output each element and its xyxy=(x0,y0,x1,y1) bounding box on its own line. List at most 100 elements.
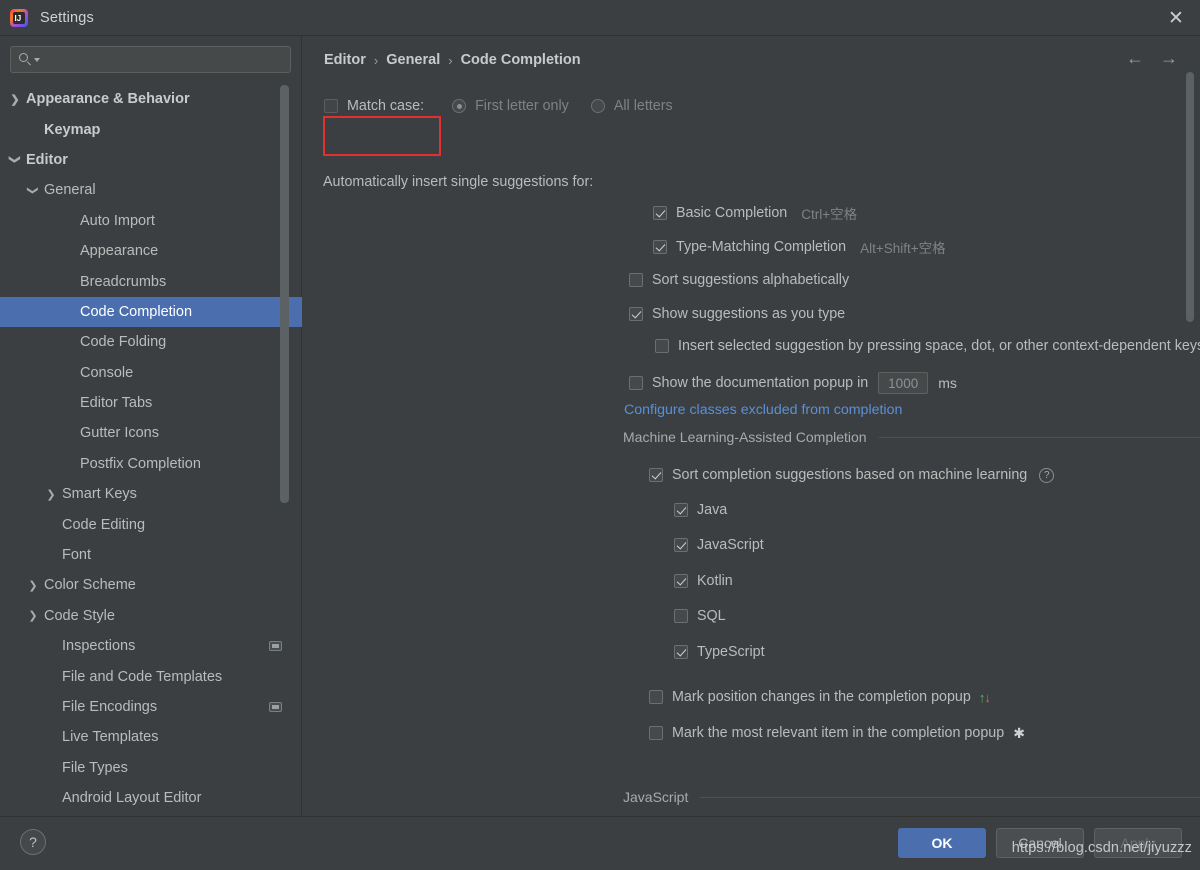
sidebar-item-appearance-behavior[interactable]: ❯ Appearance & Behavior xyxy=(0,84,302,114)
chevron-right-icon[interactable]: ❯ xyxy=(26,609,40,622)
sidebar-item-color-scheme[interactable]: ❯ Color Scheme xyxy=(0,570,302,600)
sidebar-item-general[interactable]: ❯ General xyxy=(0,175,302,205)
search-icon xyxy=(19,53,32,66)
sidebar-item-console[interactable]: Console xyxy=(0,358,302,388)
intellij-idea-icon: IJ xyxy=(10,9,28,27)
ml-language-checkbox-java[interactable] xyxy=(674,503,688,517)
type-matching-completion-checkbox[interactable] xyxy=(653,240,667,254)
show-as-you-type-label: Show suggestions as you type xyxy=(652,306,845,322)
match-case-highlight-box xyxy=(323,116,441,156)
chevron-right-icon[interactable]: ❯ xyxy=(8,93,22,106)
show-as-you-type-checkbox[interactable] xyxy=(629,307,643,321)
doc-popup-unit-label: ms xyxy=(938,375,957,391)
sidebar-item-live-templates[interactable]: Live Templates xyxy=(0,722,302,752)
doc-popup-delay-input[interactable]: 1000 xyxy=(878,372,928,394)
sidebar-item-label: General xyxy=(44,182,96,198)
sidebar-item-auto-import[interactable]: Auto Import xyxy=(0,206,302,236)
sidebar-item-file-encodings[interactable]: File Encodings xyxy=(0,692,302,722)
sidebar-scrollbar-thumb[interactable] xyxy=(280,85,289,503)
sidebar-item-editor[interactable]: ❯ Editor xyxy=(0,145,302,175)
sidebar-item-label: Editor Tabs xyxy=(80,395,152,411)
breadcrumb-part-1[interactable]: General xyxy=(386,52,440,68)
insert-selected-checkbox[interactable] xyxy=(655,339,669,353)
ml-language-label: JavaScript xyxy=(697,537,764,553)
match-case-row: Match case: First letter only All letter… xyxy=(324,94,673,118)
sidebar-item-label: Editor xyxy=(26,152,68,168)
search-input[interactable] xyxy=(46,52,282,67)
sort-ml-checkbox[interactable] xyxy=(649,468,663,482)
settings-tree: ❯ Appearance & Behavior Keymap ❯ Editor ❯ Gene… xyxy=(0,84,302,816)
sidebar-item-inspections[interactable]: Inspections xyxy=(0,631,302,661)
mark-position-row: Mark position changes in the completion … xyxy=(649,685,991,709)
sidebar-item-smart-keys[interactable]: ❯Smart Keys xyxy=(0,479,302,509)
doc-popup-checkbox[interactable] xyxy=(629,376,643,390)
sidebar-item-code-folding[interactable]: Code Folding xyxy=(0,327,302,357)
ml-language-label: SQL xyxy=(697,608,726,624)
ok-button[interactable]: OK xyxy=(898,828,986,858)
sidebar-item-font[interactable]: Font xyxy=(0,540,302,570)
help-button[interactable]: ? xyxy=(20,829,46,855)
sidebar-item-code-style[interactable]: ❯Code Style xyxy=(0,601,302,631)
sidebar-item-android-layout-editor[interactable]: Android Layout Editor xyxy=(0,783,302,813)
sidebar-item-gutter-icons[interactable]: Gutter Icons xyxy=(0,418,302,448)
sidebar-item-breadcrumbs[interactable]: Breadcrumbs xyxy=(0,266,302,296)
ml-language-label: Java xyxy=(697,502,727,518)
chevron-right-icon[interactable]: ❯ xyxy=(26,579,40,592)
sidebar-item-label: Color Scheme xyxy=(44,577,136,593)
settings-main-pane: Editor › General › Code Completion ← → Match… xyxy=(302,36,1200,816)
sort-ml-label: Sort completion suggestions based on mac… xyxy=(672,467,1027,483)
sidebar-item-file-types[interactable]: File Types xyxy=(0,753,302,783)
type-matching-completion-shortcut: Alt+Shift+空格 xyxy=(860,237,946,257)
sidebar-item-editor-tabs[interactable]: Editor Tabs xyxy=(0,388,302,418)
ml-language-checkbox-kotlin[interactable] xyxy=(674,574,688,588)
sidebar-item-label: Appearance & Behavior xyxy=(26,91,190,107)
sidebar-item-postfix-completion[interactable]: Postfix Completion xyxy=(0,449,302,479)
sidebar-item-file-and-code-templates[interactable]: File and Code Templates xyxy=(0,661,302,691)
sort-alphabetically-checkbox[interactable] xyxy=(629,273,643,287)
configure-excluded-classes-link[interactable]: Configure classes excluded from completi… xyxy=(624,402,902,418)
match-case-checkbox[interactable] xyxy=(324,99,338,113)
breadcrumb-separator: › xyxy=(448,53,452,68)
sidebar-item-label: Android Layout Editor xyxy=(62,790,201,806)
back-arrow-icon[interactable]: ← xyxy=(1126,48,1144,68)
mark-relevant-checkbox[interactable] xyxy=(649,726,663,740)
chevron-down-icon[interactable]: ❯ xyxy=(27,183,40,197)
sidebar-scrollbar-track[interactable] xyxy=(286,41,295,812)
search-box[interactable] xyxy=(10,46,291,73)
mark-position-label: Mark position changes in the completion … xyxy=(672,689,971,705)
chevron-down-icon[interactable]: ❯ xyxy=(9,153,22,167)
search-dropdown-icon[interactable] xyxy=(34,58,40,62)
sidebar-item-label: Keymap xyxy=(44,122,100,138)
breadcrumb-separator: › xyxy=(374,53,378,68)
first-letter-only-radio[interactable] xyxy=(452,99,466,113)
sidebar-item-label: Gutter Icons xyxy=(80,425,159,441)
search-wrapper xyxy=(0,36,301,73)
mark-position-checkbox[interactable] xyxy=(649,690,663,704)
breadcrumb-part-2: Code Completion xyxy=(461,52,581,68)
ml-language-checkbox-javascript[interactable] xyxy=(674,538,688,552)
sidebar-item-code-editing[interactable]: Code Editing xyxy=(0,509,302,539)
javascript-section-divider xyxy=(700,797,1200,798)
ml-language-row: SQL xyxy=(674,604,726,628)
sidebar-item-code-completion[interactable]: Code Completion xyxy=(0,297,302,327)
sidebar-item-keymap[interactable]: Keymap xyxy=(0,114,302,144)
close-icon[interactable]: ✕ xyxy=(1162,4,1190,32)
settings-sidebar: ❯ Appearance & Behavior Keymap ❯ Editor ❯ Gene… xyxy=(0,36,302,816)
basic-completion-checkbox[interactable] xyxy=(653,206,667,220)
sidebar-item-label: Code Editing xyxy=(62,517,145,533)
breadcrumb: Editor › General › Code Completion xyxy=(324,52,581,68)
ml-language-checkbox-sql[interactable] xyxy=(674,609,688,623)
forward-arrow-icon[interactable]: → xyxy=(1160,48,1178,68)
sidebar-item-appearance[interactable]: Appearance xyxy=(0,236,302,266)
basic-completion-shortcut: Ctrl+空格 xyxy=(801,203,857,223)
help-circle-icon[interactable]: ? xyxy=(1039,468,1054,483)
chevron-right-icon[interactable]: ❯ xyxy=(44,488,58,501)
main-scrollbar-thumb[interactable] xyxy=(1186,72,1194,322)
all-letters-radio[interactable] xyxy=(591,99,605,113)
ml-language-checkbox-typescript[interactable] xyxy=(674,645,688,659)
sidebar-item-label: File and Code Templates xyxy=(62,669,222,685)
title-bar: IJ Settings ✕ xyxy=(0,0,1200,36)
breadcrumb-part-0[interactable]: Editor xyxy=(324,52,366,68)
sidebar-item-label: Font xyxy=(62,547,91,563)
watermark: https://blog.csdn.net/jiyuzzz xyxy=(1012,840,1192,856)
